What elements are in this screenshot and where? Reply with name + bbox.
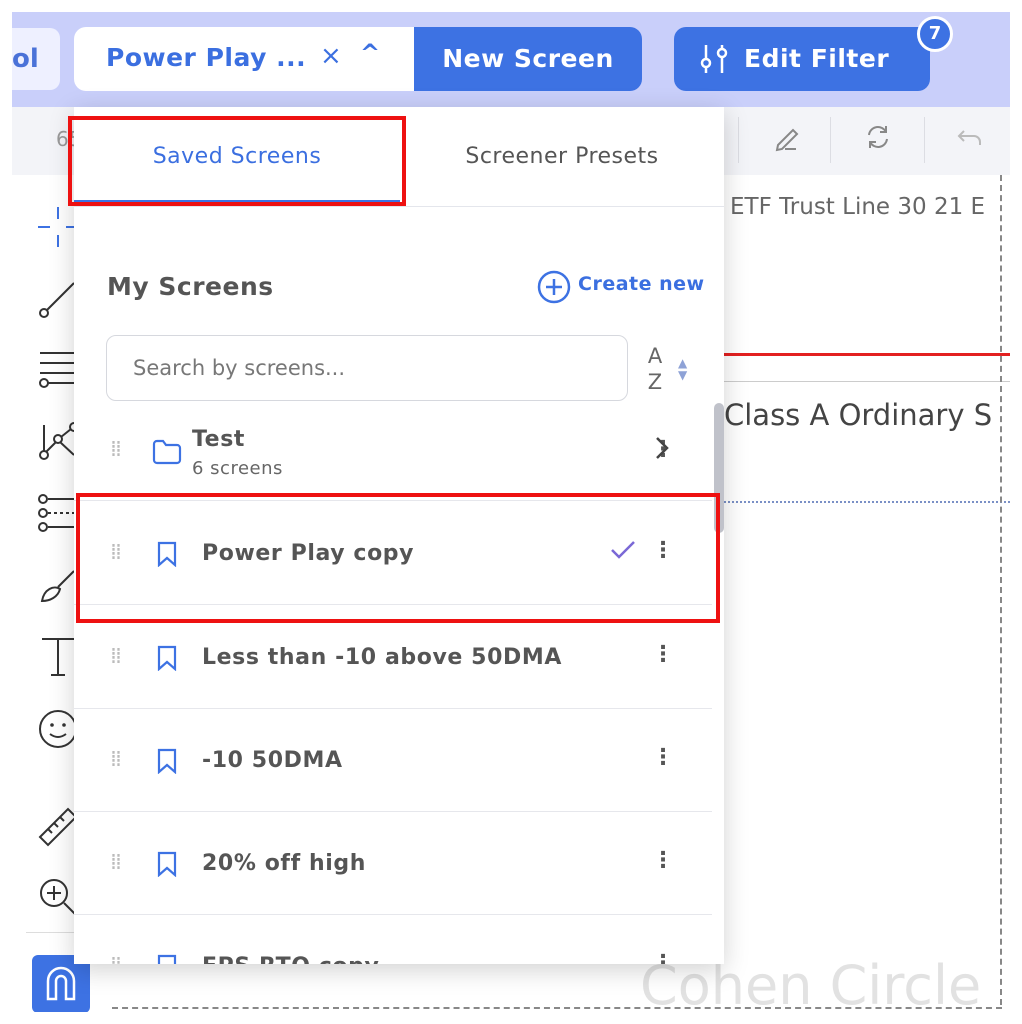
sliders-icon (700, 45, 728, 73)
active-screen-tab[interactable]: Power Play ... × ^ (74, 27, 414, 91)
ticker-description: ETF Trust Line 30 21 E (730, 194, 986, 220)
active-screen-title: Power Play ... (106, 43, 307, 72)
filter-count-badge: 7 (917, 16, 953, 52)
tab-screener-presets[interactable]: Screener Presets (400, 107, 724, 207)
more-vertical-icon[interactable]: ⋮ (648, 951, 678, 964)
sort-toggle[interactable]: A Z (644, 343, 666, 395)
bookmark-icon (157, 851, 177, 877)
screen-name: -10 50DMA (202, 748, 343, 773)
new-screen-button[interactable]: New Screen (414, 27, 642, 91)
sort-arrows-icon[interactable]: ▲ ▼ (678, 357, 687, 381)
edit-filter-label: Edit Filter (744, 44, 890, 73)
screener-header: ol Power Play ... × ^ New Screen Edit Fi… (12, 12, 1010, 107)
drag-handle-icon[interactable]: ⁞⁞ (110, 953, 122, 964)
drag-handle-icon[interactable]: ⁞⁞ (110, 437, 122, 462)
toolbar-divider (738, 117, 739, 163)
previous-tab[interactable]: ol (12, 28, 60, 90)
create-new-label: Create new (578, 273, 705, 295)
folder-icon (152, 439, 182, 465)
drag-handle-icon[interactable]: ⁞⁞ (110, 747, 122, 772)
folder-name: Test (192, 427, 246, 452)
app-window: 65 ETF Trust Line 30 21 E Class A Ordina… (12, 12, 1010, 1012)
chart-divider (724, 381, 1010, 382)
screen-row[interactable]: ⁞⁞ 20% off high ⋮ (74, 812, 712, 915)
sort-label-a: A (647, 344, 663, 368)
bookmark-icon (157, 645, 177, 671)
chevron-right-icon[interactable] (654, 435, 670, 468)
toolbar-divider (924, 117, 925, 163)
annotation-highlight-saved-screens (68, 116, 406, 206)
bookmark-icon (157, 748, 177, 774)
folder-count: 6 screens (192, 458, 283, 479)
screen-name: 20% off high (202, 851, 367, 876)
more-vertical-icon[interactable]: ⋮ (648, 745, 678, 770)
sort-label-z: Z (647, 370, 663, 394)
screen-name: EPS RTO copy (202, 954, 379, 964)
dotted-level-line (724, 501, 1010, 503)
chevron-up-icon[interactable]: ^ (360, 39, 380, 67)
search-box (106, 335, 628, 401)
annotation-highlight-power-play-copy (76, 493, 720, 623)
edit-filter-button[interactable]: Edit Filter (674, 27, 930, 91)
close-icon[interactable]: × (320, 41, 342, 71)
search-input[interactable] (107, 336, 627, 400)
previous-tab-label: ol (12, 44, 39, 74)
folder-row[interactable]: ⁞⁞ Test 6 screens ⋮ (74, 407, 712, 501)
screen-name: Less than -10 above 50DMA (202, 645, 562, 670)
drag-handle-icon[interactable]: ⁞⁞ (110, 850, 122, 875)
security-description: Class A Ordinary S (724, 398, 993, 432)
drag-handle-icon[interactable]: ⁞⁞ (110, 644, 122, 669)
refresh-icon[interactable] (858, 121, 898, 161)
screen-row[interactable]: ⁞⁞ EPS RTO copy ⋮ (74, 915, 712, 964)
price-line (724, 353, 1010, 356)
undo-icon[interactable] (950, 121, 990, 161)
plus-circle-icon (537, 270, 571, 304)
toolbar-divider (830, 117, 831, 163)
screen-row[interactable]: ⁞⁞ -10 50DMA ⋮ (74, 709, 712, 812)
pencil-icon[interactable] (768, 121, 808, 161)
more-vertical-icon[interactable]: ⋮ (648, 848, 678, 873)
chart-border-right (1000, 175, 1002, 1005)
section-title: My Screens (107, 272, 274, 301)
bookmark-icon (157, 954, 177, 964)
more-vertical-icon[interactable]: ⋮ (648, 642, 678, 667)
